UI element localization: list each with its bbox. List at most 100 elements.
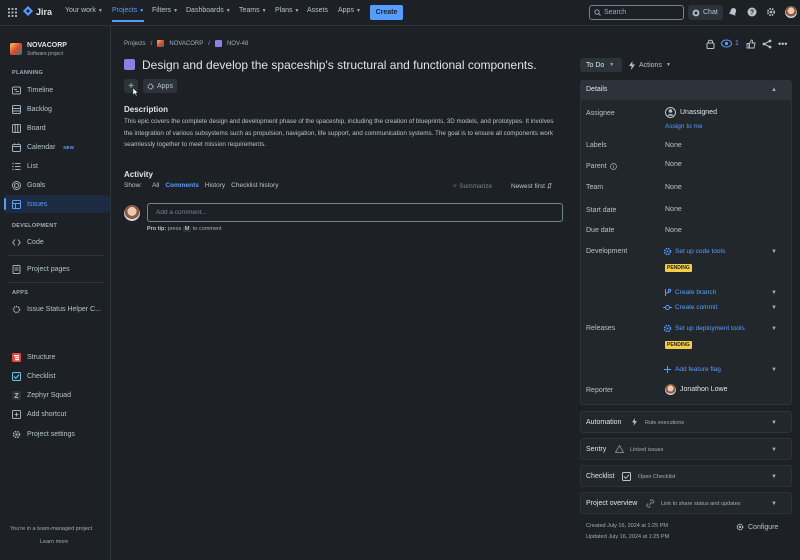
actions-label: Actions xyxy=(639,61,662,69)
sidebar-item-code[interactable]: Code xyxy=(4,233,110,251)
sort-icon: ⇵ xyxy=(546,183,553,190)
more-actions-icon[interactable]: ••• xyxy=(778,40,787,49)
breadcrumb-projects[interactable]: Projects xyxy=(124,41,146,47)
jira-logo[interactable]: Jira xyxy=(23,6,52,17)
parent-value[interactable]: None xyxy=(665,161,682,168)
nav-apps[interactable]: Apps ▼ xyxy=(338,7,361,14)
nav-dashboards[interactable]: Dashboards ▼ xyxy=(186,7,231,14)
sidebar-item-structure[interactable]: Structure xyxy=(4,348,110,366)
summarize-button[interactable]: ✧ Summarize xyxy=(452,182,492,190)
sort-order-button[interactable]: Newest first ⇵ xyxy=(511,182,552,190)
chevron-up-icon[interactable]: ▲ xyxy=(771,87,777,93)
team-value[interactable]: None xyxy=(665,184,682,191)
info-icon[interactable] xyxy=(609,163,617,170)
tab-comments[interactable]: Comments xyxy=(165,182,199,189)
automation-note: Rule executions xyxy=(645,420,685,426)
setup-code-tools-link[interactable]: Set up code tools xyxy=(675,248,725,255)
create-button[interactable]: Create xyxy=(370,5,403,20)
details-header[interactable] xyxy=(581,81,791,100)
sidebar-item-project-settings[interactable]: Project settings xyxy=(4,425,110,443)
app-switcher-icon[interactable] xyxy=(8,8,17,17)
nav-plans[interactable]: Plans ▼ xyxy=(275,7,299,14)
nav-filters[interactable]: Filters ▼ xyxy=(152,7,178,14)
issue-title[interactable]: Design and develop the spaceship's struc… xyxy=(142,58,537,72)
search-input[interactable]: Search xyxy=(589,5,684,20)
setup-deployment-tools-link[interactable]: Set up deployment tools xyxy=(675,325,745,332)
settings-icon[interactable] xyxy=(766,7,776,17)
timeline-icon xyxy=(12,86,21,94)
learn-more-link[interactable]: Learn more xyxy=(40,539,68,545)
sentry-panel[interactable] xyxy=(580,438,792,460)
watch-count: 1 xyxy=(735,40,739,47)
sidebar-item-label: Zephyr Squad xyxy=(27,391,71,399)
chevron-down-icon[interactable]: ▼ xyxy=(771,305,777,311)
sidebar-item-add-shortcut[interactable]: Add shortcut xyxy=(4,405,110,423)
pending-badge: PENDING xyxy=(665,264,692,272)
sidebar-item-checklist[interactable]: Checklist xyxy=(4,367,110,385)
nav-teams[interactable]: Teams ▼ xyxy=(239,7,267,14)
tab-history[interactable]: History xyxy=(205,182,225,189)
status-dropdown[interactable]: To Do ▼ xyxy=(580,58,622,72)
chevron-down-icon: ▼ xyxy=(771,447,777,453)
chat-button[interactable]: Chat xyxy=(688,5,723,20)
sidebar-item-board[interactable]: Board xyxy=(4,119,110,137)
breadcrumb-separator: / xyxy=(150,40,153,47)
sidebar-item-label: Structure xyxy=(27,353,56,361)
tab-checklist-history[interactable]: Checklist history xyxy=(231,182,278,189)
add-feature-flag-link[interactable]: Add feature flag xyxy=(675,366,721,373)
sidebar-item-backlog[interactable]: Backlog xyxy=(4,100,110,118)
chevron-down-icon[interactable]: ▼ xyxy=(771,290,777,296)
description-text[interactable]: This epic covers the complete design and… xyxy=(124,116,554,151)
chevron-down-icon[interactable]: ▼ xyxy=(771,249,777,255)
issues-icon xyxy=(12,199,21,209)
sidebar-item-goals[interactable]: Goals xyxy=(4,176,110,194)
watch-button[interactable]: 1 xyxy=(721,39,739,48)
create-branch-link[interactable]: Create branch xyxy=(675,289,716,296)
sidebar-item-zephyr-squad[interactable]: Z Zephyr Squad xyxy=(4,386,110,404)
apps-button[interactable]: Apps xyxy=(143,79,177,93)
nav-assets[interactable]: Assets xyxy=(307,7,328,14)
search-placeholder: Search xyxy=(604,9,627,16)
lock-icon[interactable] xyxy=(706,39,715,49)
sidebar-item-project-pages[interactable]: Project pages xyxy=(4,260,110,278)
chevron-down-icon[interactable]: ▼ xyxy=(771,326,777,332)
create-commit-link[interactable]: Create commit xyxy=(675,304,717,311)
sidebar-item-list[interactable]: List xyxy=(4,157,110,175)
pro-tip-prefix: Pro tip: xyxy=(147,226,167,232)
breadcrumb-issue-key[interactable]: NOV-48 xyxy=(227,41,248,47)
lightning-icon xyxy=(632,418,637,426)
breadcrumb-project[interactable]: NOVACORP xyxy=(169,41,203,47)
due-date-label: Due date xyxy=(586,227,615,234)
project-avatar[interactable] xyxy=(10,43,22,55)
development-heading: DEVELOPMENT xyxy=(12,223,58,229)
nav-projects[interactable]: Projects ▼ xyxy=(112,7,145,22)
chevron-down-icon[interactable]: ▼ xyxy=(771,367,777,373)
reporter-field[interactable]: Jonathon Lowe xyxy=(665,384,727,395)
share-icon[interactable] xyxy=(762,39,772,49)
assign-to-me-link[interactable]: Assign to me xyxy=(665,123,703,130)
search-icon xyxy=(594,9,601,16)
assignee-field[interactable]: Unassigned xyxy=(665,107,717,118)
configure-button[interactable]: Configure xyxy=(736,523,778,531)
sidebar-item-issues[interactable]: Issues xyxy=(4,195,110,213)
due-date-value[interactable]: None xyxy=(665,227,682,234)
tab-all[interactable]: All xyxy=(152,182,159,189)
comment-input[interactable]: Add a comment... xyxy=(147,203,563,222)
sidebar-item-timeline[interactable]: Timeline xyxy=(4,81,110,99)
start-date-value[interactable]: None xyxy=(665,206,682,213)
epic-icon xyxy=(124,59,135,70)
notifications-icon[interactable] xyxy=(728,7,738,17)
profile-avatar[interactable] xyxy=(785,6,797,18)
nav-your-work-label: Your work xyxy=(65,7,96,14)
help-icon[interactable]: ? xyxy=(747,7,757,17)
labels-value[interactable]: None xyxy=(665,142,682,149)
actions-button[interactable]: Actions ▼ xyxy=(629,58,671,72)
like-icon[interactable] xyxy=(746,39,756,49)
gear-icon xyxy=(663,324,672,333)
sidebar-item-calendar[interactable]: Calendar NEW xyxy=(4,138,110,156)
sidebar-item-label: Add shortcut xyxy=(27,410,67,418)
sidebar-item-issue-status-helper[interactable]: Issue Status Helper C... xyxy=(4,300,110,318)
nav-your-work[interactable]: Your work ▼ xyxy=(65,7,103,14)
sentry-icon xyxy=(615,445,624,453)
project-name[interactable]: NOVACORP xyxy=(27,42,67,49)
